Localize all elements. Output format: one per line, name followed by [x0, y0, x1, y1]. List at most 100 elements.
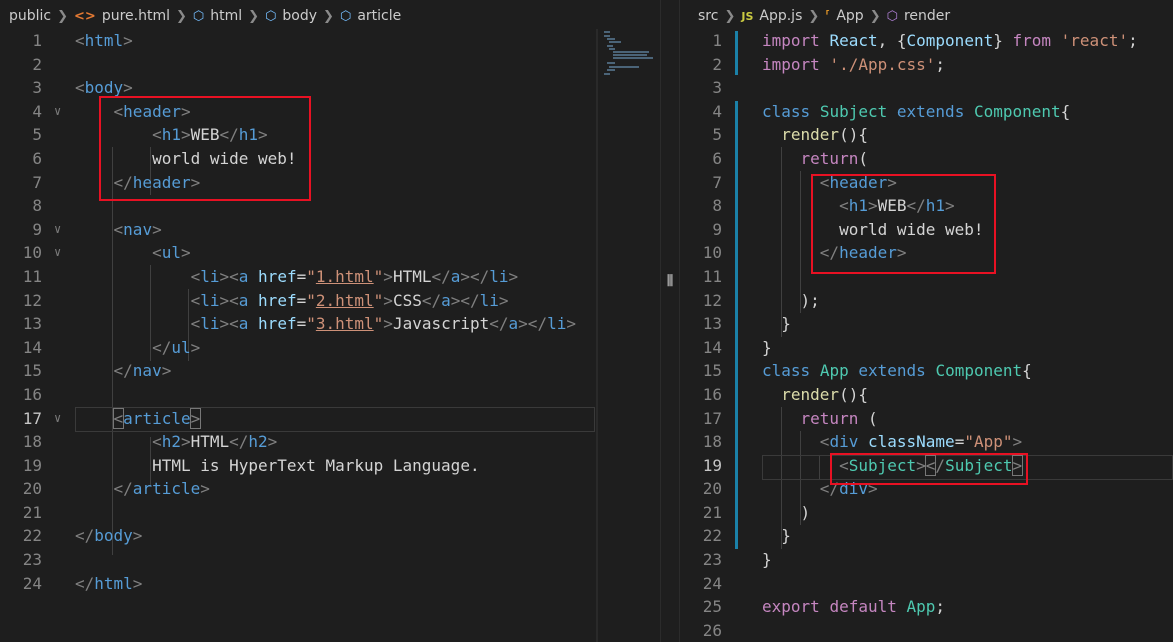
line-number: 22: [702, 526, 722, 546]
element-icon: ⬡: [192, 8, 205, 24]
line-number: 2: [32, 54, 42, 74]
chevron-right-icon: ❯: [869, 8, 881, 24]
code-token: import: [762, 31, 820, 50]
code-token: a: [238, 266, 249, 286]
line-number: 2: [712, 54, 722, 74]
line-number: 23: [22, 550, 42, 570]
breadcrumb-item-file[interactable]: pure.html: [102, 8, 170, 24]
link-href[interactable]: 1.html: [316, 267, 374, 286]
line-number: 13: [22, 314, 42, 334]
code-token: html: [84, 31, 124, 50]
line-number: 7: [712, 172, 722, 192]
breadcrumb-item-body[interactable]: body: [282, 8, 317, 24]
link-href[interactable]: 3.html: [316, 314, 374, 333]
breadcrumb-item-article[interactable]: article: [357, 8, 401, 24]
code-token: extends: [858, 361, 926, 381]
line-number: 19: [22, 455, 42, 475]
right-breadcrumb: src ❯ JS App.js ❯ ⸢ App ❯ ⬡ render: [680, 0, 1173, 32]
code-token: class: [762, 361, 811, 381]
code-token: Component: [935, 361, 1023, 381]
right-code-editor[interactable]: 1 import React, {Component} from 'react';…: [680, 29, 1173, 642]
line-number: 6: [712, 148, 722, 168]
left-code-editor[interactable]: 1 <html> 2 3 <body> 4 ∨ <header> 5 <h1>WEB<…: [0, 29, 660, 595]
html-file-icon: <>: [74, 8, 96, 24]
element-icon: ⬡: [339, 8, 352, 24]
minimap[interactable]: [597, 29, 657, 642]
breadcrumb-item-render[interactable]: render: [904, 8, 950, 24]
line-number: 18: [22, 432, 42, 452]
code-token: default: [829, 597, 897, 617]
code-token: App: [819, 361, 849, 381]
editor-split-divider[interactable]: ⦀: [660, 0, 680, 642]
code-token: li: [200, 314, 220, 334]
code-token: ul: [161, 243, 181, 263]
class-icon: ⸢: [825, 8, 831, 24]
chevron-down-icon[interactable]: ∨: [54, 241, 61, 265]
code-token: div: [829, 432, 859, 452]
code-token: nav: [123, 219, 153, 239]
breadcrumb-item-src[interactable]: src: [698, 8, 718, 24]
code-token: ul: [171, 337, 191, 357]
code-token: className: [867, 432, 955, 452]
link-href[interactable]: 2.html: [316, 291, 374, 310]
code-token: nav: [132, 361, 162, 381]
chevron-down-icon[interactable]: ∨: [54, 407, 61, 431]
line-number: 11: [22, 266, 42, 286]
code-token: li: [200, 266, 220, 286]
line-number-active: 19: [702, 455, 722, 475]
line-number: 12: [22, 290, 42, 310]
code-token: App: [906, 597, 936, 617]
highlight-box-header: [99, 96, 311, 201]
line-number: 12: [702, 290, 722, 310]
line-number: 21: [702, 502, 722, 522]
breadcrumb-item-app[interactable]: App: [836, 8, 863, 24]
breadcrumb-item-public[interactable]: public: [9, 8, 51, 24]
code-token: h2: [161, 432, 181, 452]
chevron-right-icon: ❯: [248, 8, 260, 24]
line-number: 7: [32, 172, 42, 192]
chevron-right-icon: ❯: [176, 8, 187, 24]
breadcrumb-item-html[interactable]: html: [210, 8, 242, 24]
code-token: return: [800, 408, 859, 428]
code-token: href: [258, 314, 297, 334]
line-number: 15: [702, 361, 722, 381]
code-token: Component: [906, 31, 994, 50]
chevron-down-icon[interactable]: ∨: [54, 218, 61, 242]
code-token: a: [238, 290, 249, 310]
line-number: 24: [22, 573, 42, 593]
line-number: 16: [22, 384, 42, 404]
line-number: 1: [712, 31, 722, 50]
code-token: from: [1012, 31, 1052, 50]
line-number: 9: [712, 219, 722, 239]
line-number: 11: [702, 266, 722, 286]
highlight-box-header: [811, 174, 996, 274]
code-token: href: [258, 290, 297, 310]
code-token: export: [762, 597, 820, 617]
code-token: li: [200, 290, 220, 310]
line-number: 13: [702, 314, 722, 334]
line-number: 5: [32, 125, 42, 145]
line-number: 20: [702, 479, 722, 499]
code-token: React: [829, 31, 878, 50]
highlight-box-subject: [830, 453, 1028, 485]
code-token: './App.css': [829, 54, 936, 74]
line-number: 23: [702, 550, 722, 570]
code-token: 'react': [1060, 31, 1129, 50]
line-number: 16: [702, 384, 722, 404]
line-number: 4: [712, 101, 722, 121]
breadcrumb-item-file[interactable]: App.js: [759, 8, 802, 24]
left-editor-pane[interactable]: public ❯ <> pure.html ❯ ⬡ html ❯ ⬡ body …: [0, 0, 660, 642]
code-token: Subject: [819, 101, 888, 121]
chevron-down-icon[interactable]: ∨: [54, 100, 61, 124]
right-editor-pane[interactable]: src ❯ JS App.js ❯ ⸢ App ❯ ⬡ render 1 impo…: [680, 0, 1173, 642]
code-token: a: [441, 290, 451, 310]
code-token: import: [762, 54, 820, 74]
drag-handle-icon[interactable]: ⦀: [664, 271, 676, 291]
code-token: render: [781, 125, 840, 145]
line-number: 3: [32, 78, 42, 98]
line-number: 10: [22, 243, 42, 263]
code-token: "App": [964, 432, 1013, 452]
code-token: Component: [973, 101, 1061, 121]
code-text: HTML: [392, 266, 432, 286]
line-number: 25: [702, 597, 722, 617]
